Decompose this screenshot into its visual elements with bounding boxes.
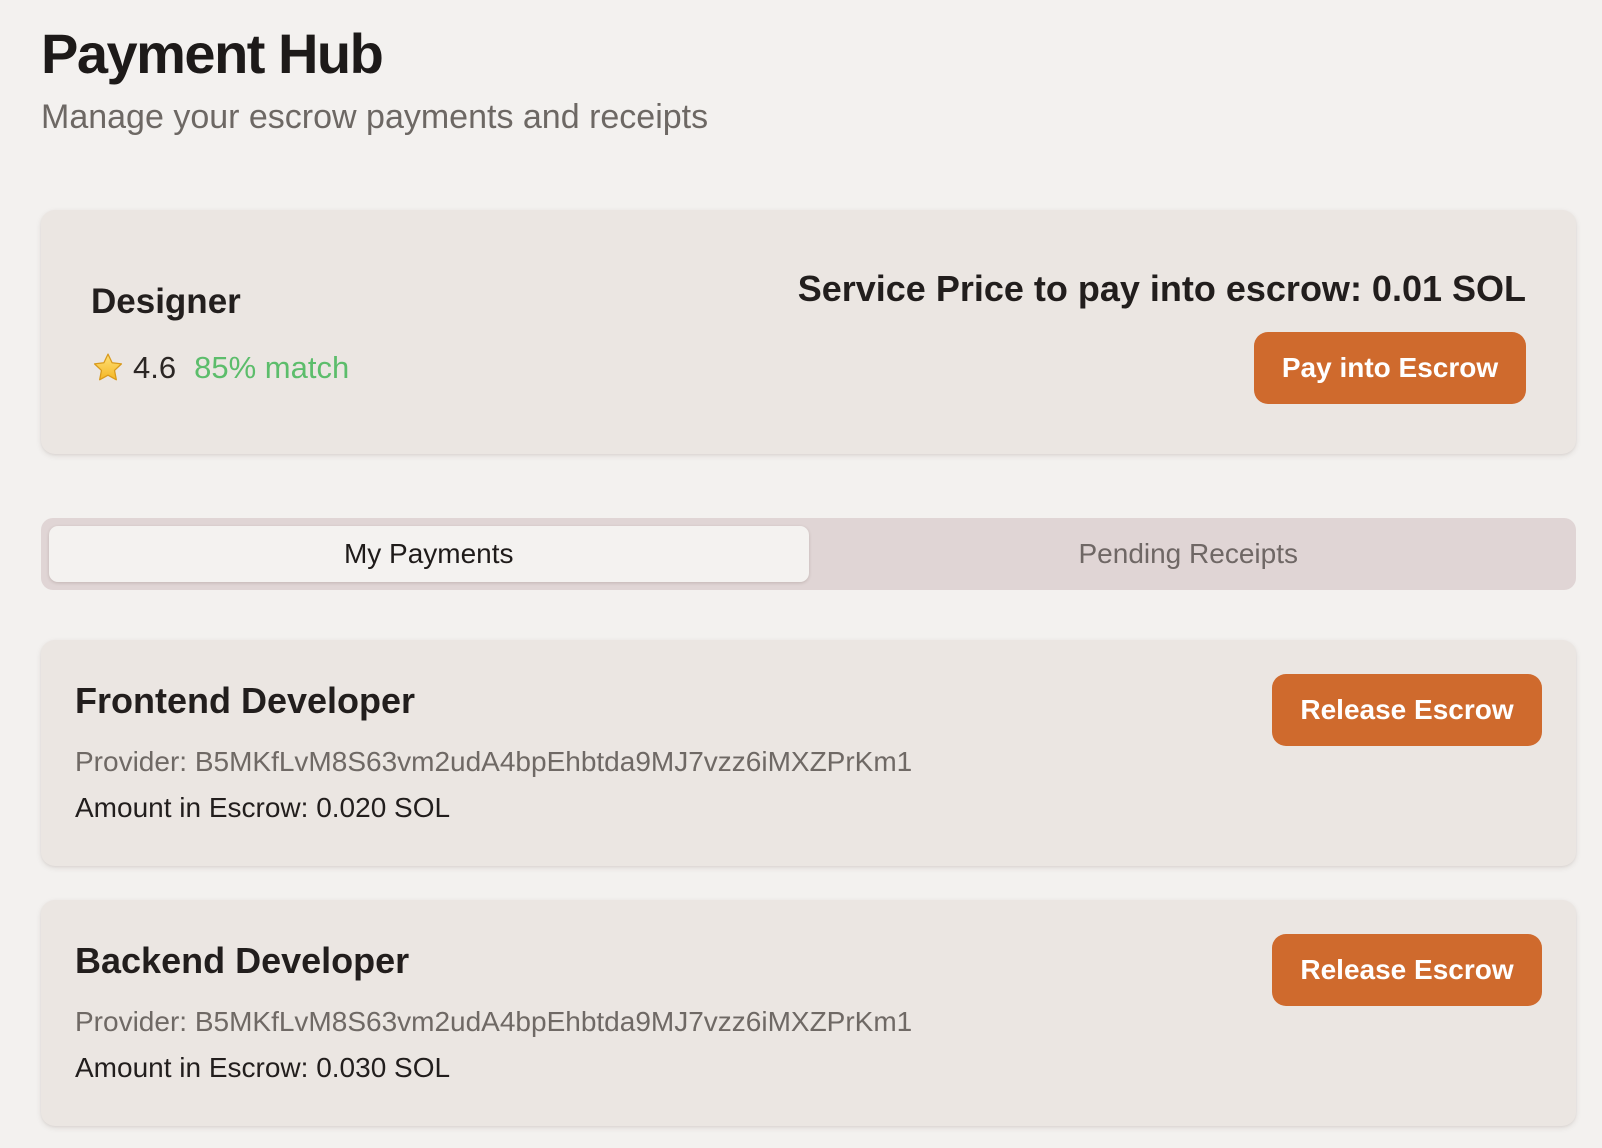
payment-title: Backend Developer bbox=[75, 940, 410, 981]
page-subtitle: Manage your escrow payments and receipts bbox=[41, 98, 709, 136]
payment-hub-page: Payment Hub Manage your escrow payments … bbox=[0, 0, 1602, 1148]
provider-address: Provider: B5MKfLvM8S63vm2udA4bpEhbtda9MJ… bbox=[75, 746, 913, 777]
payment-tabs: My Payments Pending Receipts bbox=[41, 518, 1576, 590]
star-icon bbox=[91, 351, 125, 385]
release-escrow-button[interactable]: Release Escrow bbox=[1272, 674, 1542, 746]
rating-row: 4.6 85% match bbox=[91, 348, 349, 388]
escrow-amount: Amount in Escrow: 0.020 SOL bbox=[75, 792, 451, 823]
page-title: Payment Hub bbox=[41, 22, 384, 85]
release-escrow-button[interactable]: Release Escrow bbox=[1272, 934, 1542, 1006]
service-card: Designer 4.6 85% match Service Price to … bbox=[41, 210, 1576, 454]
escrow-amount: Amount in Escrow: 0.030 SOL bbox=[75, 1052, 451, 1083]
provider-address: Provider: B5MKfLvM8S63vm2udA4bpEhbtda9MJ… bbox=[75, 1006, 913, 1037]
pay-into-escrow-button[interactable]: Pay into Escrow bbox=[1254, 332, 1526, 404]
service-name: Designer bbox=[91, 282, 241, 321]
payment-card: Backend Developer Provider: B5MKfLvM8S63… bbox=[41, 900, 1576, 1126]
rating-value: 4.6 bbox=[133, 350, 177, 385]
tab-pending-receipts[interactable]: Pending Receipts bbox=[809, 526, 1569, 582]
service-price: Service Price to pay into escrow: 0.01 S… bbox=[797, 268, 1526, 309]
match-percentage: 85% match bbox=[194, 350, 350, 385]
payment-card: Frontend Developer Provider: B5MKfLvM8S6… bbox=[41, 640, 1576, 866]
tab-my-payments[interactable]: My Payments bbox=[49, 526, 809, 582]
payment-title: Frontend Developer bbox=[75, 680, 416, 721]
